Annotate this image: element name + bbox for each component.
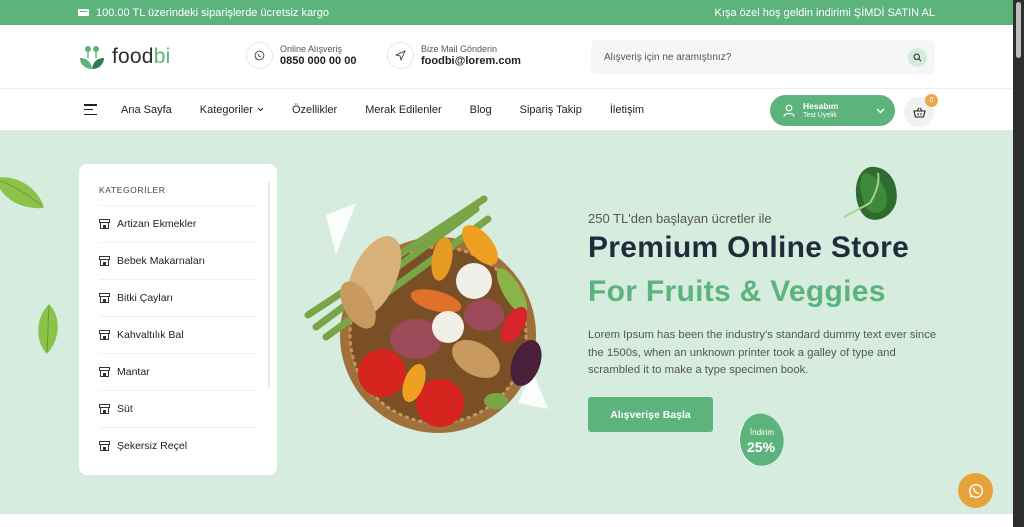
truck-icon bbox=[78, 9, 89, 16]
category-item-label: Süt bbox=[117, 403, 133, 415]
whatsapp-icon bbox=[968, 483, 983, 498]
page-scrollbar[interactable] bbox=[1013, 0, 1024, 527]
nav-home[interactable]: Ana Sayfa bbox=[121, 104, 172, 116]
nav-contact-label: İletişim bbox=[609, 103, 645, 116]
header: foodbi Online Alışveriş 0850 000 00 00 B… bbox=[0, 25, 1013, 88]
category-item-label: Bitki Çayları bbox=[117, 292, 174, 304]
next-section-edge bbox=[0, 514, 1013, 527]
discount-value: 25% bbox=[747, 439, 776, 455]
category-list: Artizan Ekmekler Bebek Makarnaları Bitki… bbox=[99, 205, 257, 464]
store-icon bbox=[99, 404, 110, 414]
page-scrollbar-thumb[interactable] bbox=[1016, 2, 1021, 58]
logo-leaf-icon bbox=[80, 45, 104, 69]
page: 100.00 TL üzerindeki siparişlerde ücrets… bbox=[0, 0, 1013, 527]
category-item[interactable]: Şekersiz Reçel bbox=[99, 427, 256, 464]
nav-features-label: Özellikler bbox=[291, 103, 338, 116]
search-input[interactable] bbox=[604, 51, 908, 63]
search-icon bbox=[913, 53, 922, 61]
send-icon bbox=[395, 50, 406, 61]
category-item-label: Bebek Makarnaları bbox=[117, 255, 206, 267]
user-icon bbox=[783, 104, 795, 117]
hero-subtitle: 250 TL'den başlayan ücretler ile bbox=[588, 211, 772, 226]
category-item[interactable]: Mantar bbox=[99, 353, 256, 390]
whatsapp-float-button[interactable] bbox=[958, 473, 993, 508]
nav-blog-label: Blog bbox=[469, 103, 492, 116]
shipping-notice: 100.00 TL üzerindeki siparişlerde ücrets… bbox=[78, 7, 329, 19]
whatsapp-icon bbox=[254, 50, 265, 61]
phone-label: Online Alışveriş bbox=[280, 43, 343, 54]
search-button[interactable] bbox=[908, 47, 927, 67]
logo-text-main: food bbox=[112, 44, 154, 68]
mail-value: foodbi@lorem.com bbox=[421, 54, 521, 67]
leaf-decoration-icon bbox=[0, 177, 44, 209]
category-scrollbar[interactable] bbox=[268, 182, 270, 388]
whatsapp-circle bbox=[246, 42, 273, 69]
leaf-decoration-icon bbox=[38, 304, 58, 354]
main-nav: Ana Sayfa Kategoriler Özellikler Merak E… bbox=[0, 88, 1013, 130]
nav-categories[interactable]: Kategoriler bbox=[200, 104, 264, 116]
category-item-label: Şekersiz Reçel bbox=[117, 440, 188, 452]
send-circle bbox=[387, 42, 414, 69]
nav-contact[interactable]: İletişim bbox=[610, 104, 644, 116]
discount-label: İndirim bbox=[750, 428, 775, 437]
store-icon bbox=[99, 330, 110, 340]
cart-button[interactable]: 0 bbox=[904, 94, 938, 127]
category-item-label: Artizan Ekmekler bbox=[117, 218, 197, 230]
nav-features[interactable]: Özellikler bbox=[292, 104, 337, 116]
account-button[interactable]: Hesabım Test Üyelik bbox=[770, 95, 895, 126]
category-item[interactable]: Bebek Makarnaları bbox=[99, 242, 256, 279]
store-icon bbox=[99, 219, 110, 229]
category-item[interactable]: Kahvaltılık Bal bbox=[99, 316, 256, 353]
account-title: Hesabım bbox=[803, 101, 839, 111]
logo-text-accent: bi bbox=[153, 44, 171, 68]
account-subtitle: Test Üyelik bbox=[803, 112, 837, 119]
nav-order-tracking[interactable]: Sipariş Takip bbox=[520, 104, 582, 116]
chevron-down-icon bbox=[876, 108, 885, 113]
store-icon bbox=[99, 441, 110, 451]
category-title: KATEGORİLER bbox=[99, 185, 166, 195]
chevron-down-icon bbox=[257, 107, 264, 112]
category-item[interactable]: Bitki Çayları bbox=[99, 279, 256, 316]
store-icon bbox=[99, 367, 110, 377]
category-item[interactable]: Süt bbox=[99, 390, 256, 427]
phone-value: 0850 000 00 00 bbox=[280, 54, 357, 67]
logo-text: foodbi bbox=[112, 45, 170, 69]
basket-icon bbox=[912, 107, 926, 118]
hero-title: Premium Online Store bbox=[588, 231, 910, 264]
phone-contact[interactable]: Online Alışveriş 0850 000 00 00 bbox=[246, 42, 356, 69]
cart-count-badge: 0 bbox=[925, 94, 938, 107]
nav-faq[interactable]: Merak Edilenler bbox=[365, 104, 441, 116]
nav-order-tracking-label: Sipariş Takip bbox=[519, 103, 582, 116]
announcement-bar: 100.00 TL üzerindeki siparişlerde ücrets… bbox=[0, 0, 1013, 25]
nav-faq-label: Merak Edilenler bbox=[365, 103, 442, 116]
vegetable-basket-image bbox=[304, 195, 548, 433]
menu-icon[interactable] bbox=[84, 104, 97, 115]
category-card: KATEGORİLER Artizan Ekmekler Bebek Makar… bbox=[79, 164, 277, 475]
promo-link[interactable]: Kışa özel hoş geldin indirimi ŞİMDİ SATI… bbox=[715, 7, 936, 19]
nav-home-label: Ana Sayfa bbox=[121, 103, 172, 116]
spinach-leaf-icon bbox=[843, 166, 897, 220]
store-icon bbox=[99, 256, 110, 266]
nav-categories-label: Kategoriler bbox=[199, 103, 253, 116]
hero-title-accent: For Fruits & Veggies bbox=[588, 275, 886, 308]
hero-section: KATEGORİLER Artizan Ekmekler Bebek Makar… bbox=[0, 130, 1013, 514]
shipping-text: 100.00 TL üzerindeki siparişlerde ücrets… bbox=[96, 6, 329, 19]
start-shopping-button[interactable]: Alışverişe Başla bbox=[588, 397, 713, 432]
mail-contact[interactable]: Bize Mail Gönderin foodbi@lorem.com bbox=[387, 42, 521, 69]
hero-description: Lorem Ipsum has been the industry's stan… bbox=[588, 329, 937, 376]
search-bar bbox=[591, 40, 935, 74]
store-icon bbox=[99, 293, 110, 303]
mail-label: Bize Mail Gönderin bbox=[421, 43, 498, 54]
category-item-label: Mantar bbox=[117, 366, 150, 378]
category-item-label: Kahvaltılık Bal bbox=[117, 329, 184, 341]
category-item[interactable]: Artizan Ekmekler bbox=[99, 205, 256, 242]
logo[interactable]: foodbi bbox=[78, 43, 246, 71]
nav-blog[interactable]: Blog bbox=[470, 104, 492, 116]
